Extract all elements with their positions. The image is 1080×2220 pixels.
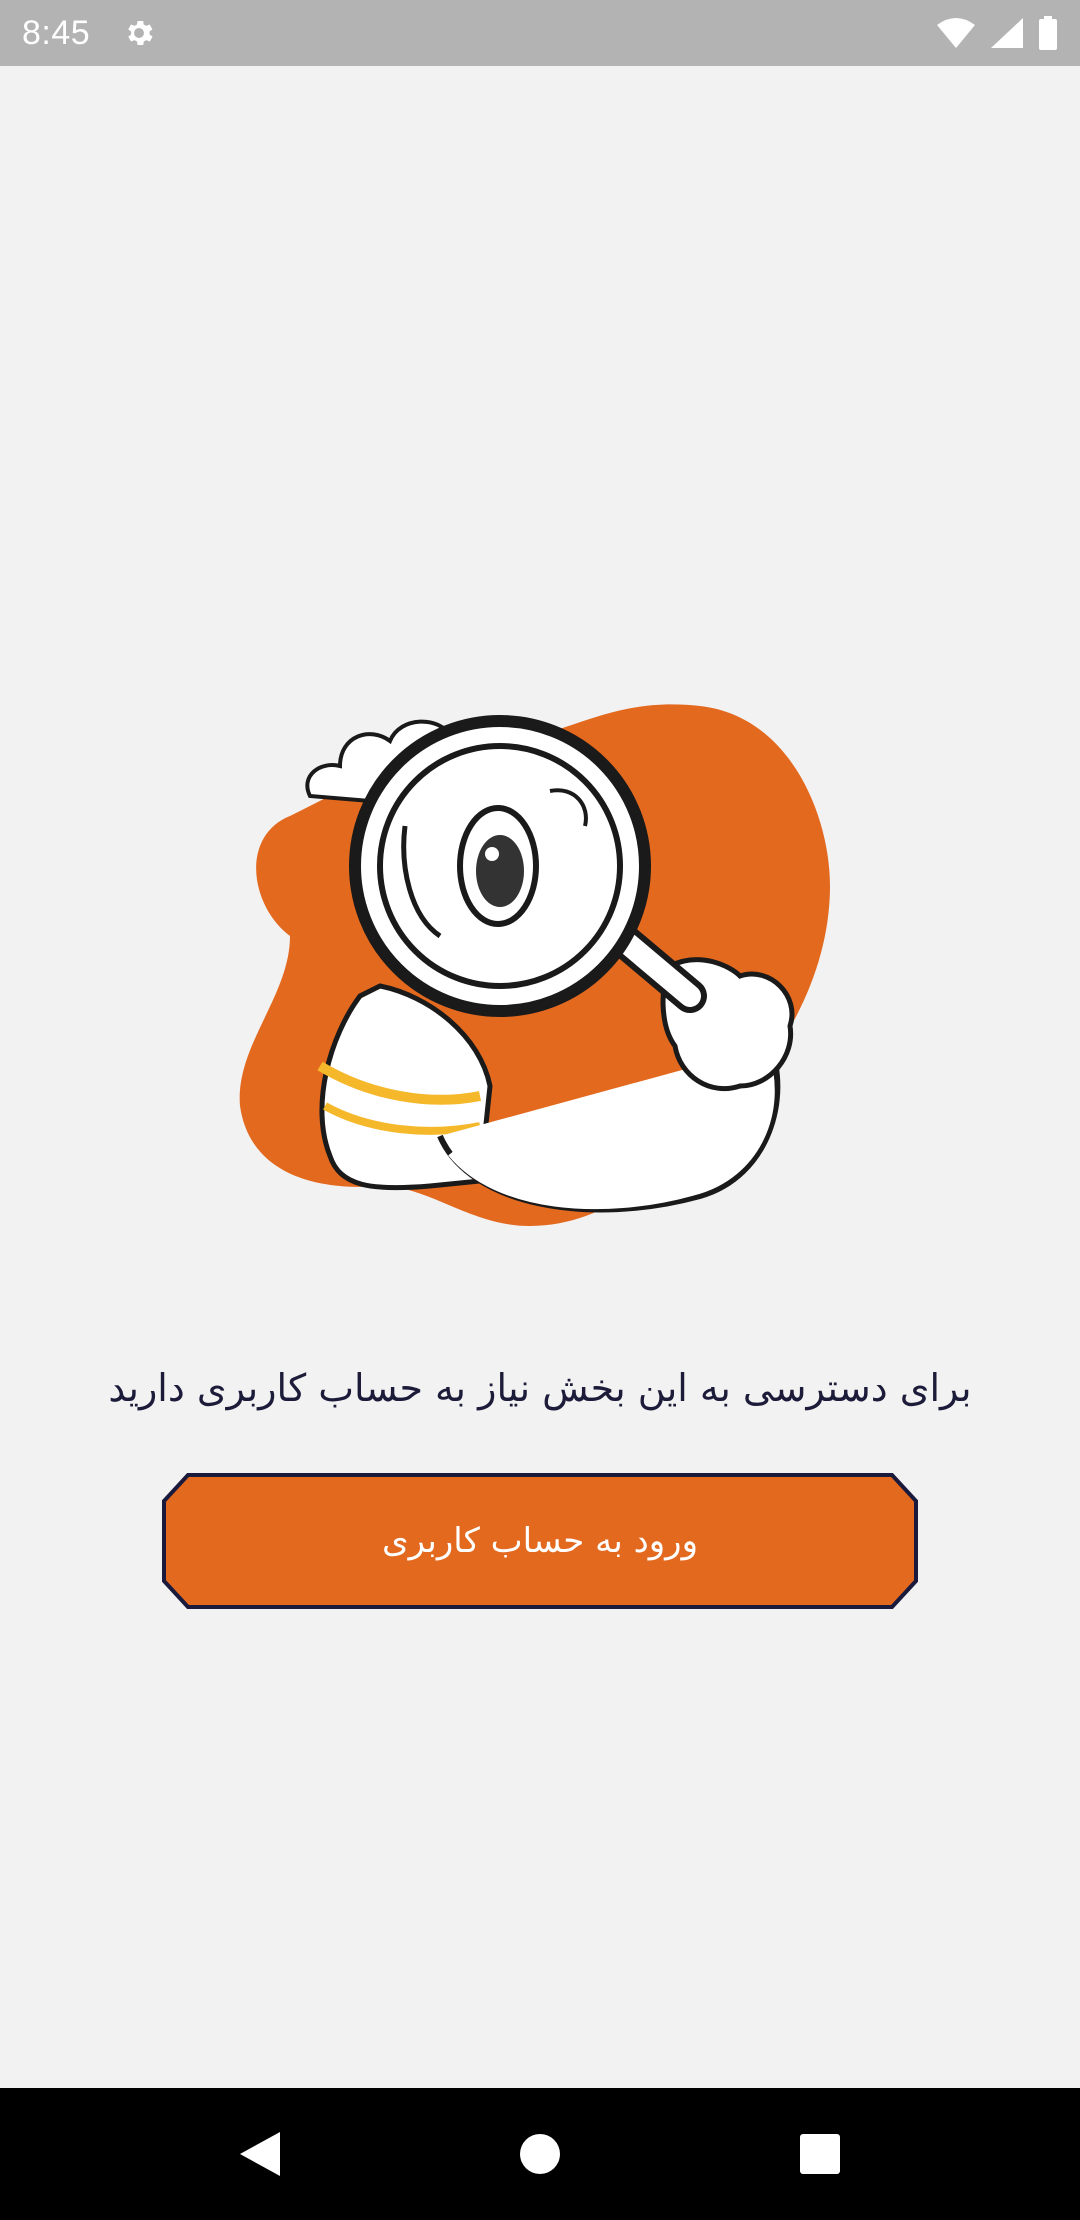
home-icon[interactable] <box>495 2109 585 2199</box>
wifi-icon <box>936 17 976 49</box>
main-content: برای دسترسی به این بخش نیاز به حساب کارب… <box>0 66 1080 2088</box>
navigation-bar <box>0 2088 1080 2220</box>
battery-icon <box>1038 16 1058 50</box>
gear-icon <box>120 14 158 52</box>
login-button[interactable]: ورود به حساب کاربری <box>160 1471 920 1611</box>
status-icons <box>936 16 1058 50</box>
status-bar: 8:45 <box>0 0 1080 66</box>
empty-state-message: برای دسترسی به این بخش نیاز به حساب کارب… <box>108 1366 972 1410</box>
status-time: 8:45 <box>22 13 91 52</box>
cellular-signal-icon <box>990 17 1024 49</box>
recents-icon[interactable] <box>775 2109 865 2199</box>
magnifying-glass-illustration <box>230 666 860 1246</box>
login-button-label: ورود به حساب کاربری <box>381 1521 699 1561</box>
back-icon[interactable] <box>215 2109 305 2199</box>
